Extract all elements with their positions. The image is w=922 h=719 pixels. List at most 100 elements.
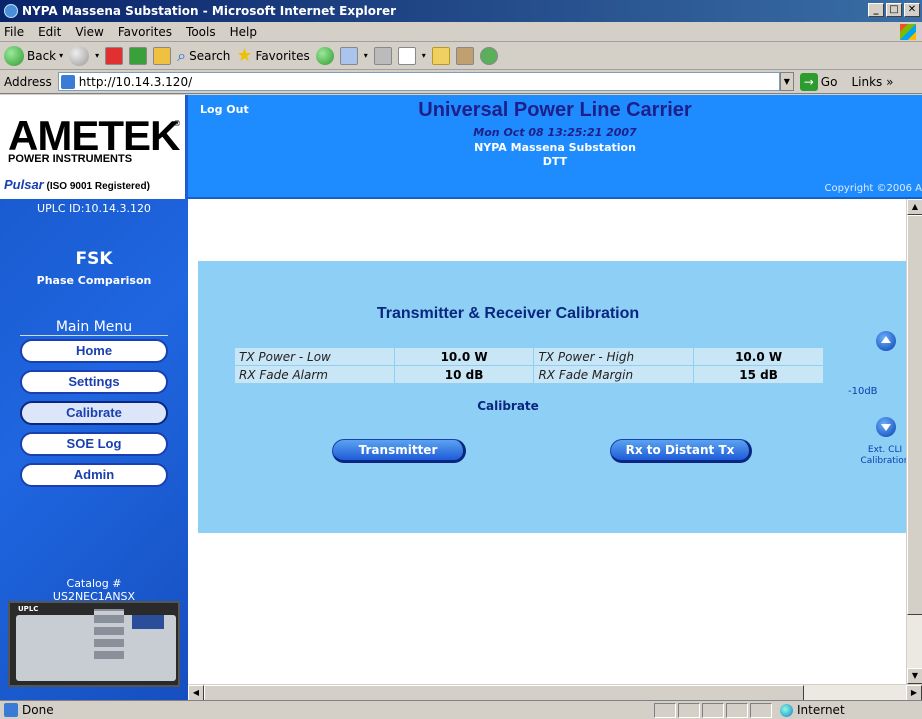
scroll-down-icon[interactable]: ▼ <box>907 668 922 684</box>
hscroll-thumb[interactable] <box>204 685 804 700</box>
sidebar-item-settings[interactable]: Settings <box>20 370 168 394</box>
history-icon[interactable] <box>339 46 358 65</box>
tx-power-low-label: TX Power - Low <box>234 347 395 366</box>
ie-logo-icon <box>4 4 18 18</box>
sidebar-item-admin[interactable]: Admin <box>20 463 168 487</box>
menu-file[interactable]: File <box>4 25 24 39</box>
go-button[interactable]: → Go <box>799 72 837 91</box>
messenger-icon[interactable] <box>479 46 498 65</box>
links-label[interactable]: Links » <box>851 75 893 89</box>
status-cell <box>678 703 700 718</box>
address-dropdown-icon[interactable]: ▼ <box>779 72 794 91</box>
refresh-icon[interactable] <box>129 46 148 65</box>
sidebar-item-soe-log[interactable]: SOE Log <box>20 432 168 456</box>
close-button[interactable]: ✕ <box>904 3 920 17</box>
address-bar: Address http://10.14.3.120/ ▼ → Go Links… <box>0 70 922 94</box>
security-zone: Internet <box>780 703 845 717</box>
catalog-info: Catalog # US2NEC1ANSX <box>0 577 188 603</box>
calibration-title: Transmitter & Receiver Calibration <box>376 305 640 322</box>
minimize-button[interactable]: _ <box>868 3 884 17</box>
menu-help[interactable]: Help <box>230 25 257 39</box>
iso-label: (ISO 9001 Registered) <box>46 181 150 192</box>
page-header: Log Out Universal Power Line Carrier Mon… <box>188 95 922 199</box>
vertical-scrollbar[interactable]: ▲ ▼ <box>906 199 922 684</box>
print-icon[interactable] <box>373 46 392 65</box>
scroll-up-icon[interactable]: ▲ <box>907 199 922 215</box>
menu-edit[interactable]: Edit <box>38 25 61 39</box>
edit-icon[interactable] <box>397 46 416 65</box>
status-cell <box>702 703 724 718</box>
scheme-label: DTT <box>542 155 568 168</box>
media-icon[interactable] <box>315 46 334 65</box>
status-cell <box>654 703 676 718</box>
maximize-button[interactable]: □ <box>886 3 902 17</box>
home-icon[interactable] <box>153 46 172 65</box>
back-dropdown-icon[interactable]: ▾ <box>59 51 63 60</box>
page-done-icon <box>4 703 18 717</box>
level-up-icon[interactable] <box>876 331 896 351</box>
window-titlebar: NYPA Massena Substation - Microsoft Inte… <box>0 0 922 22</box>
uplc-id: UPLC ID:10.14.3.120 <box>37 202 151 215</box>
page-title: Universal Power Line Carrier <box>418 99 692 121</box>
tx-power-high-label: TX Power - High <box>533 347 695 366</box>
company-logo: AMETEK ® POWER INSTRUMENTS Pulsar (ISO 9… <box>0 95 188 199</box>
menu-tools[interactable]: Tools <box>186 25 216 39</box>
folder-icon[interactable] <box>431 46 450 65</box>
db-level-label: -10dB <box>848 386 878 397</box>
mail-dropdown-icon[interactable]: ▾ <box>364 51 368 60</box>
menu-bar: File Edit View Favorites Tools Help <box>0 22 922 42</box>
address-label: Address <box>4 74 52 89</box>
main-content: Transmitter & Receiver Calibration TX Po… <box>188 199 909 684</box>
division-label: POWER INSTRUMENTS <box>8 153 133 165</box>
main-menu-header: Main Menu <box>20 319 168 336</box>
catalog-label: Catalog # <box>66 577 122 590</box>
address-url: http://10.14.3.120/ <box>78 74 193 89</box>
device-screen <box>132 615 164 629</box>
search-button[interactable]: ⌕ Search <box>177 46 230 66</box>
zone-label: Internet <box>797 703 845 717</box>
forward-button[interactable] <box>69 45 90 66</box>
tx-power-low-value: 10.0 W <box>393 347 535 366</box>
stop-icon[interactable] <box>105 46 124 65</box>
horizontal-scrollbar[interactable]: ◀ ▶ <box>188 684 922 700</box>
internet-zone-icon <box>780 703 793 717</box>
edit-dropdown-icon[interactable]: ▾ <box>422 51 426 60</box>
sidebar-item-home[interactable]: Home <box>20 339 168 363</box>
sidebar-item-calibrate[interactable]: Calibrate <box>20 401 168 425</box>
status-text: Done <box>22 703 54 717</box>
ext-cli-calibration-label[interactable]: Ext. CLI Calibration <box>860 445 910 467</box>
menu-view[interactable]: View <box>75 25 103 39</box>
device-label: UPLC <box>18 605 39 613</box>
rx-fade-margin-value: 15 dB <box>693 365 824 384</box>
calibrate-subtitle: Calibrate <box>477 399 539 413</box>
back-button[interactable]: Back ▾ <box>4 45 63 66</box>
mode-sublabel: Phase Comparison <box>36 274 152 287</box>
table-row: TX Power - Low 10.0 W TX Power - High 10… <box>234 347 824 366</box>
device-keypad <box>94 609 124 659</box>
page-icon <box>60 74 75 89</box>
research-icon[interactable] <box>455 46 474 65</box>
scroll-left-icon[interactable]: ◀ <box>188 685 204 700</box>
browser-window: NYPA Massena Substation - Microsoft Inte… <box>0 0 922 719</box>
copyright-text: Copyright ©2006 A <box>824 183 922 194</box>
scroll-thumb[interactable] <box>907 215 922 615</box>
rx-fade-margin-label: RX Fade Margin <box>533 365 695 384</box>
address-input[interactable]: http://10.14.3.120/ <box>57 72 780 91</box>
sidebar: AMETEK ® POWER INSTRUMENTS Pulsar (ISO 9… <box>0 95 188 700</box>
mode-label: FSK <box>75 249 113 269</box>
menu-favorites[interactable]: Favorites <box>118 25 172 39</box>
calibration-table: TX Power - Low 10.0 W TX Power - High 10… <box>234 347 824 384</box>
table-row: RX Fade Alarm 10 dB RX Fade Margin 15 dB <box>234 365 824 384</box>
go-arrow-icon: → <box>799 72 818 91</box>
rx-to-distant-tx-button[interactable]: Rx to Distant Tx <box>610 439 752 463</box>
rx-fade-alarm-value: 10 dB <box>393 365 535 384</box>
favorites-button[interactable]: ★ Favorites <box>236 46 310 65</box>
forward-dropdown-icon[interactable]: ▾ <box>95 51 99 60</box>
datetime-label: Mon Oct 08 13:25:21 2007 <box>473 126 637 139</box>
level-down-icon[interactable] <box>876 417 896 437</box>
favorites-label: Favorites <box>255 48 310 63</box>
windows-logo-icon <box>900 24 916 40</box>
scroll-right-icon[interactable]: ▶ <box>906 685 922 700</box>
transmitter-button[interactable]: Transmitter <box>332 439 466 463</box>
back-arrow-icon <box>4 45 24 66</box>
